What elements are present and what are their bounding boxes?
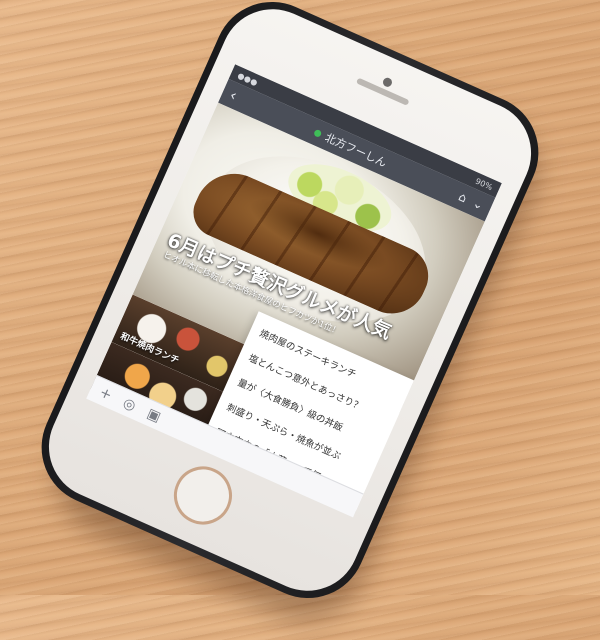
header-actions: ⌂ ⌄ bbox=[456, 189, 485, 212]
camera-icon[interactable]: ◎ bbox=[121, 394, 139, 414]
phone-screen: ●●● 90% ‹ 北方フーしん ⌂ ⌄ 6月はプチ贅沢グルメが人気 ヒオル本に… bbox=[86, 64, 502, 518]
smartphone: ●●● 90% ‹ 北方フーしん ⌂ ⌄ 6月はプチ贅沢グルメが人気 ヒオル本に… bbox=[23, 0, 557, 640]
front-camera bbox=[381, 76, 394, 89]
home-button[interactable] bbox=[164, 457, 242, 534]
back-icon[interactable]: ‹ bbox=[227, 86, 240, 105]
chevron-down-icon[interactable]: ⌄ bbox=[471, 196, 486, 213]
account-badge-icon bbox=[313, 128, 323, 138]
image-icon[interactable]: ▣ bbox=[145, 405, 164, 425]
wood-table-background: ●●● 90% ‹ 北方フーしん ⌂ ⌄ 6月はプチ贅沢グルメが人気 ヒオル本に… bbox=[0, 0, 600, 640]
plus-icon[interactable]: + bbox=[97, 384, 114, 403]
